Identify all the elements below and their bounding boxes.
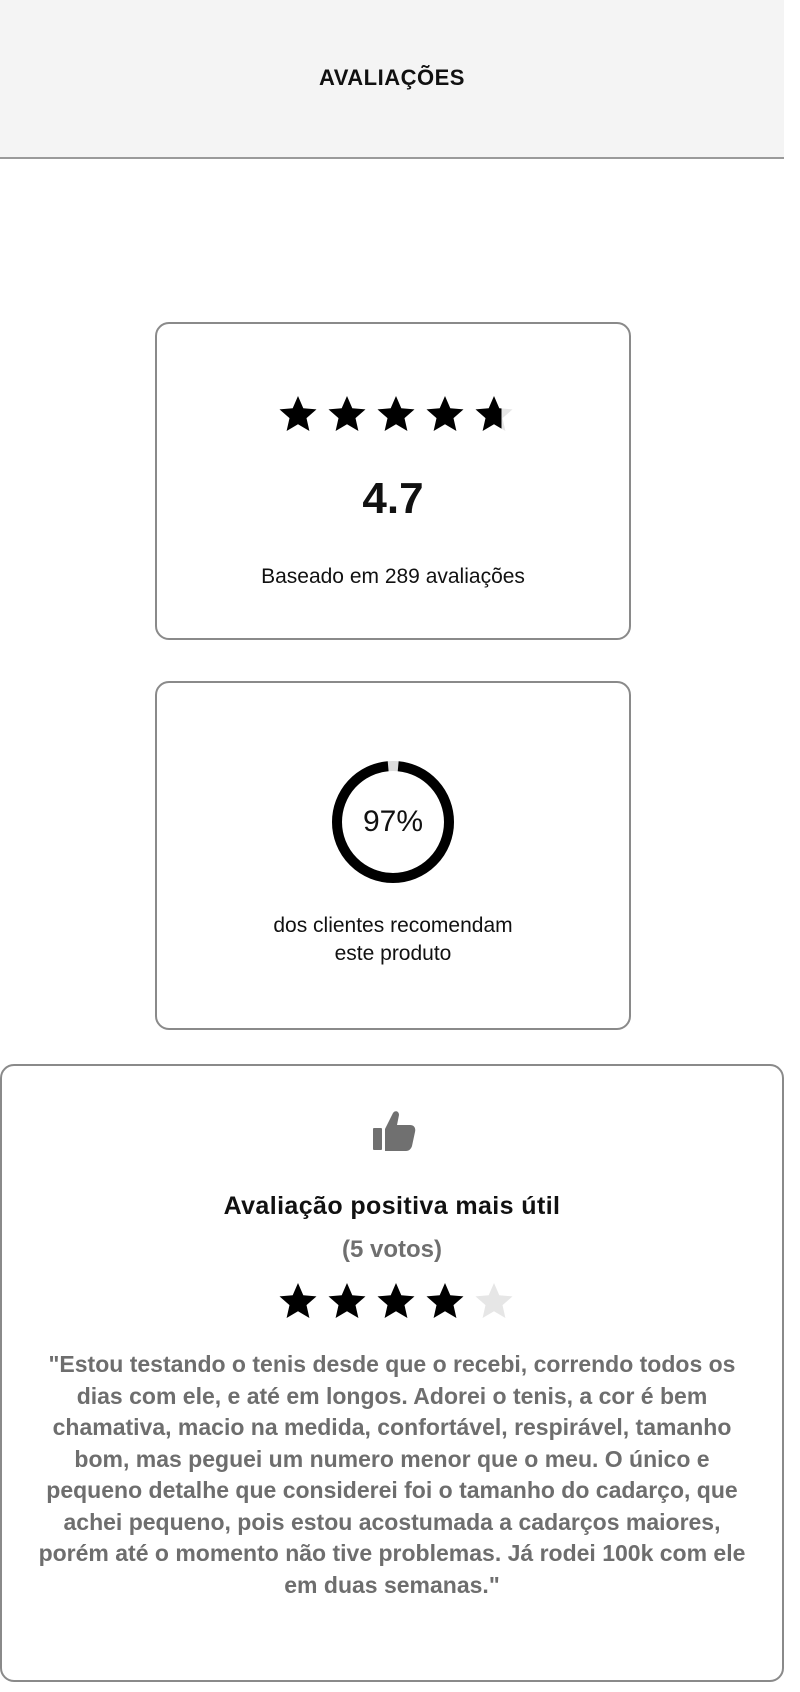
thumbs-up-icon: [373, 1111, 416, 1151]
review-star-icon-3: [377, 1283, 415, 1318]
recommendation-text-line2: este produto: [334, 942, 452, 965]
rating-summary-card: 4.7 Baseado em 289 avaliações: [155, 322, 631, 640]
review-title: Avaliação positiva mais útil: [223, 1192, 561, 1220]
page-title: AVALIAÇÕES: [319, 65, 465, 90]
rating-star-icon-4: [426, 396, 464, 431]
rating-value: 4.7: [362, 474, 424, 523]
page-header: AVALIAÇÕES: [0, 0, 784, 159]
review-stars: [278, 1281, 514, 1321]
recommendation-card: 97% dos clientes recomendam este produto: [155, 681, 631, 1030]
review-star-icon-1: [279, 1283, 317, 1318]
recommendation-text: dos clientes recomendam este produto: [157, 912, 629, 968]
review-star-icon-2: [328, 1283, 366, 1318]
review-star-icon-4: [426, 1283, 464, 1318]
review-text: "Estou testando o tenis desde que o rece…: [38, 1351, 746, 1598]
rating-stars: [278, 394, 514, 434]
rating-caption: Baseado em 289 avaliações: [261, 565, 525, 588]
rating-star-icon-1: [279, 396, 317, 431]
recommendation-percent: 97%: [362, 805, 424, 838]
review-votes: (5 votos): [341, 1236, 442, 1263]
review-star-icon-5: [475, 1283, 513, 1318]
rating-star-icon-3: [377, 396, 415, 431]
top-review-card: Avaliação positiva mais útil (5 votos) "…: [0, 1064, 784, 1682]
rating-star-icon-2: [328, 396, 366, 431]
recommendation-text-line1: dos clientes recomendam: [273, 914, 513, 937]
rating-star-icon-5: [475, 396, 513, 431]
